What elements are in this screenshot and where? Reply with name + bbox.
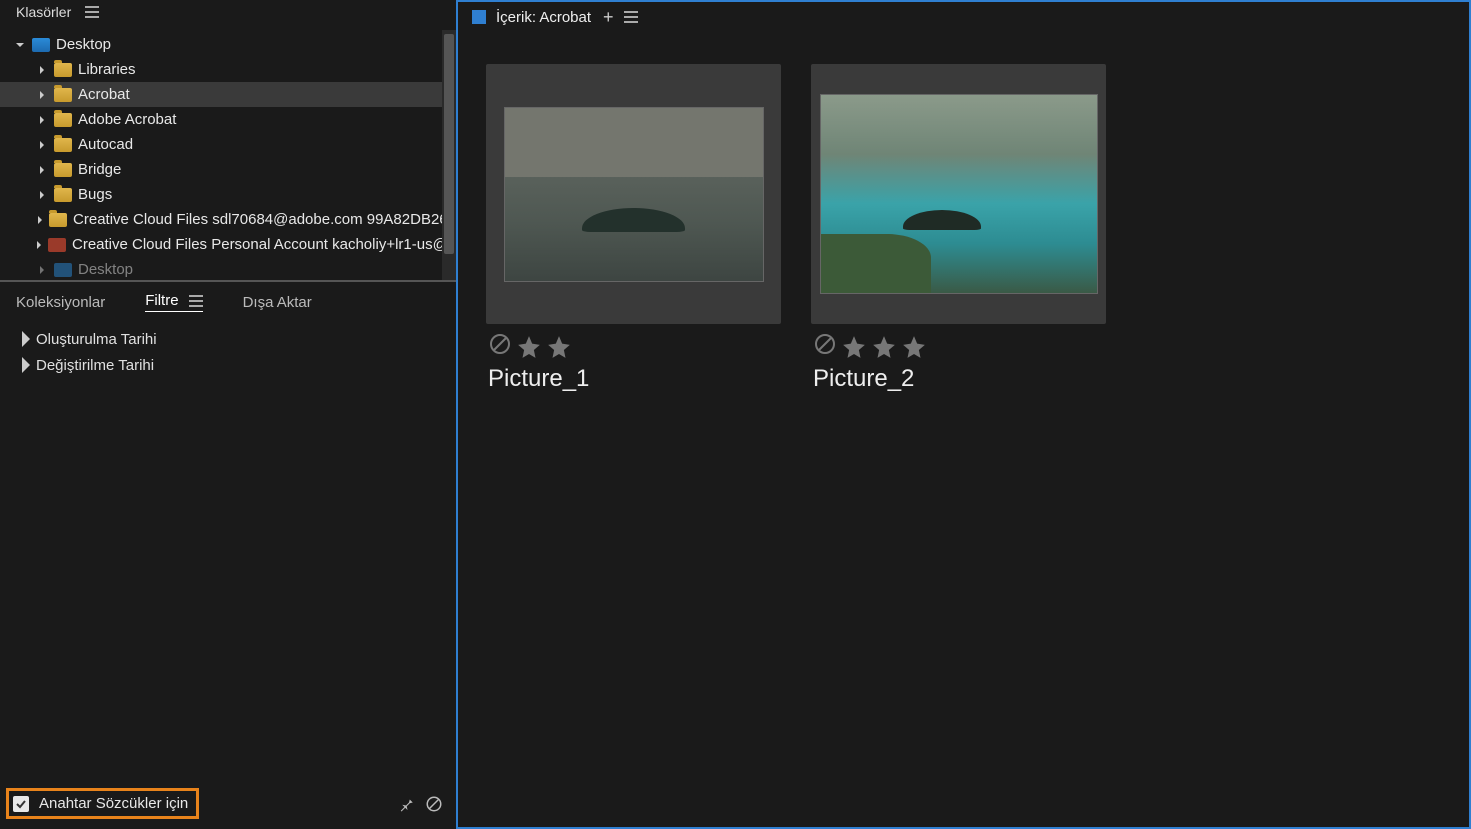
cloud-folder-icon: [54, 263, 72, 277]
keywords-highlight: Anahtar Sözcükler için: [6, 788, 199, 819]
folder-row-acrobat[interactable]: Acrobat: [0, 82, 456, 107]
star-icon[interactable]: [841, 334, 867, 360]
folder-label: Desktop: [78, 261, 133, 278]
folders-panel-header: Klasörler: [0, 0, 456, 30]
filter-created-date[interactable]: Oluşturulma Tarihi: [0, 326, 456, 352]
chevron-right-icon[interactable]: [34, 90, 50, 100]
reject-icon[interactable]: [813, 332, 837, 361]
filter-label: Değiştirilme Tarihi: [36, 357, 154, 374]
filter-menu-icon[interactable]: [189, 295, 203, 307]
thumbnail-card[interactable]: Picture_2: [811, 64, 1106, 393]
left-panel: Klasörler Desktop Libraries Acrobat: [0, 0, 458, 829]
thumbnail-image: [820, 94, 1098, 294]
content-header: İçerik: Acrobat +: [458, 0, 1471, 36]
folder-icon: [54, 63, 72, 77]
folder-row-libraries[interactable]: Libraries: [0, 57, 456, 82]
folder-icon: [54, 113, 72, 127]
middle-tabs: Koleksiyonlar Filtre Dışa Aktar: [0, 282, 456, 320]
folder-row-bridge[interactable]: Bridge: [0, 157, 456, 182]
chevron-right-icon[interactable]: [16, 355, 36, 375]
chevron-right-icon[interactable]: [34, 215, 45, 225]
tab-export[interactable]: Dışa Aktar: [243, 294, 312, 311]
filter-label: Oluşturulma Tarihi: [36, 331, 157, 348]
right-panel: İçerik: Acrobat + Picture_1: [458, 0, 1471, 829]
folder-row-bugs[interactable]: Bugs: [0, 182, 456, 207]
folder-icon: [54, 163, 72, 177]
folder-label: Desktop: [56, 36, 111, 53]
folder-icon: [54, 88, 72, 102]
folder-row-ccfiles-2[interactable]: Creative Cloud Files Personal Account ka…: [0, 232, 456, 257]
star-icon[interactable]: [871, 334, 897, 360]
tab-filter-label: Filtre: [145, 292, 178, 309]
thumbnail-frame[interactable]: [486, 64, 781, 324]
thumbnail-card[interactable]: Picture_1: [486, 64, 781, 393]
star-icon[interactable]: [546, 334, 572, 360]
folder-row-desktop-sub[interactable]: Desktop: [0, 257, 456, 278]
folder-label: Adobe Acrobat: [78, 111, 176, 128]
chevron-right-icon[interactable]: [34, 65, 50, 75]
add-tab-icon[interactable]: +: [603, 7, 614, 28]
folder-row-ccfiles-1[interactable]: Creative Cloud Files sdl70684@adobe.com …: [0, 207, 456, 232]
chevron-right-icon[interactable]: [34, 265, 50, 275]
content-body[interactable]: Picture_1 Picture_2: [458, 36, 1471, 829]
scrollbar-thumb[interactable]: [444, 34, 454, 254]
folder-label: Libraries: [78, 61, 136, 78]
content-title: İçerik: Acrobat: [496, 9, 591, 26]
folder-label: Bugs: [78, 186, 112, 203]
folder-label: Autocad: [78, 136, 133, 153]
desktop-icon: [32, 38, 50, 52]
folder-row-adobe-acrobat[interactable]: Adobe Acrobat: [0, 107, 456, 132]
folders-title: Klasörler: [16, 4, 71, 20]
star-icon[interactable]: [516, 334, 542, 360]
tab-filter[interactable]: Filtre: [145, 292, 202, 312]
panel-indicator-icon: [472, 10, 486, 24]
chevron-right-icon[interactable]: [34, 240, 44, 250]
chevron-right-icon[interactable]: [34, 190, 50, 200]
filter-body: Oluşturulma Tarihi Değiştirilme Tarihi: [0, 320, 456, 782]
cc-folder-icon: [48, 238, 66, 252]
bottom-bar: Anahtar Sözcükler için: [0, 782, 456, 829]
content-menu-icon[interactable]: [624, 11, 638, 23]
thumbnail-image: [504, 107, 764, 282]
folder-icon: [49, 213, 67, 227]
tab-collections[interactable]: Koleksiyonlar: [16, 294, 105, 311]
folder-label: Acrobat: [78, 86, 130, 103]
chevron-right-icon[interactable]: [34, 140, 50, 150]
folder-label: Creative Cloud Files sdl70684@adobe.com …: [73, 211, 456, 228]
star-icon[interactable]: [901, 334, 927, 360]
pin-icon[interactable]: [396, 794, 416, 814]
folder-row-autocad[interactable]: Autocad: [0, 132, 456, 157]
thumbnail-meta: [486, 324, 781, 365]
folder-label: Creative Cloud Files Personal Account ka…: [72, 236, 456, 253]
keywords-checkbox[interactable]: [13, 796, 29, 812]
folders-menu-icon[interactable]: [85, 6, 99, 18]
folder-icon: [54, 138, 72, 152]
folder-row-desktop[interactable]: Desktop: [0, 32, 456, 57]
filter-modified-date[interactable]: Değiştirilme Tarihi: [0, 352, 456, 378]
folder-tree: Desktop Libraries Acrobat Adobe Acrobat: [0, 30, 456, 280]
folder-label: Bridge: [78, 161, 121, 178]
chevron-right-icon[interactable]: [16, 329, 36, 349]
thumbnail-meta: [811, 324, 1106, 365]
thumbnail-frame[interactable]: [811, 64, 1106, 324]
thumbnail-name: Picture_1: [486, 365, 781, 393]
keywords-label: Anahtar Sözcükler için: [39, 795, 188, 812]
thumbnail-name: Picture_2: [811, 365, 1106, 393]
chevron-right-icon[interactable]: [34, 165, 50, 175]
reject-icon[interactable]: [488, 332, 512, 361]
folder-icon: [54, 188, 72, 202]
chevron-down-icon[interactable]: [12, 40, 28, 50]
clear-icon[interactable]: [424, 794, 444, 814]
folder-scrollbar[interactable]: [442, 30, 456, 280]
chevron-right-icon[interactable]: [34, 115, 50, 125]
